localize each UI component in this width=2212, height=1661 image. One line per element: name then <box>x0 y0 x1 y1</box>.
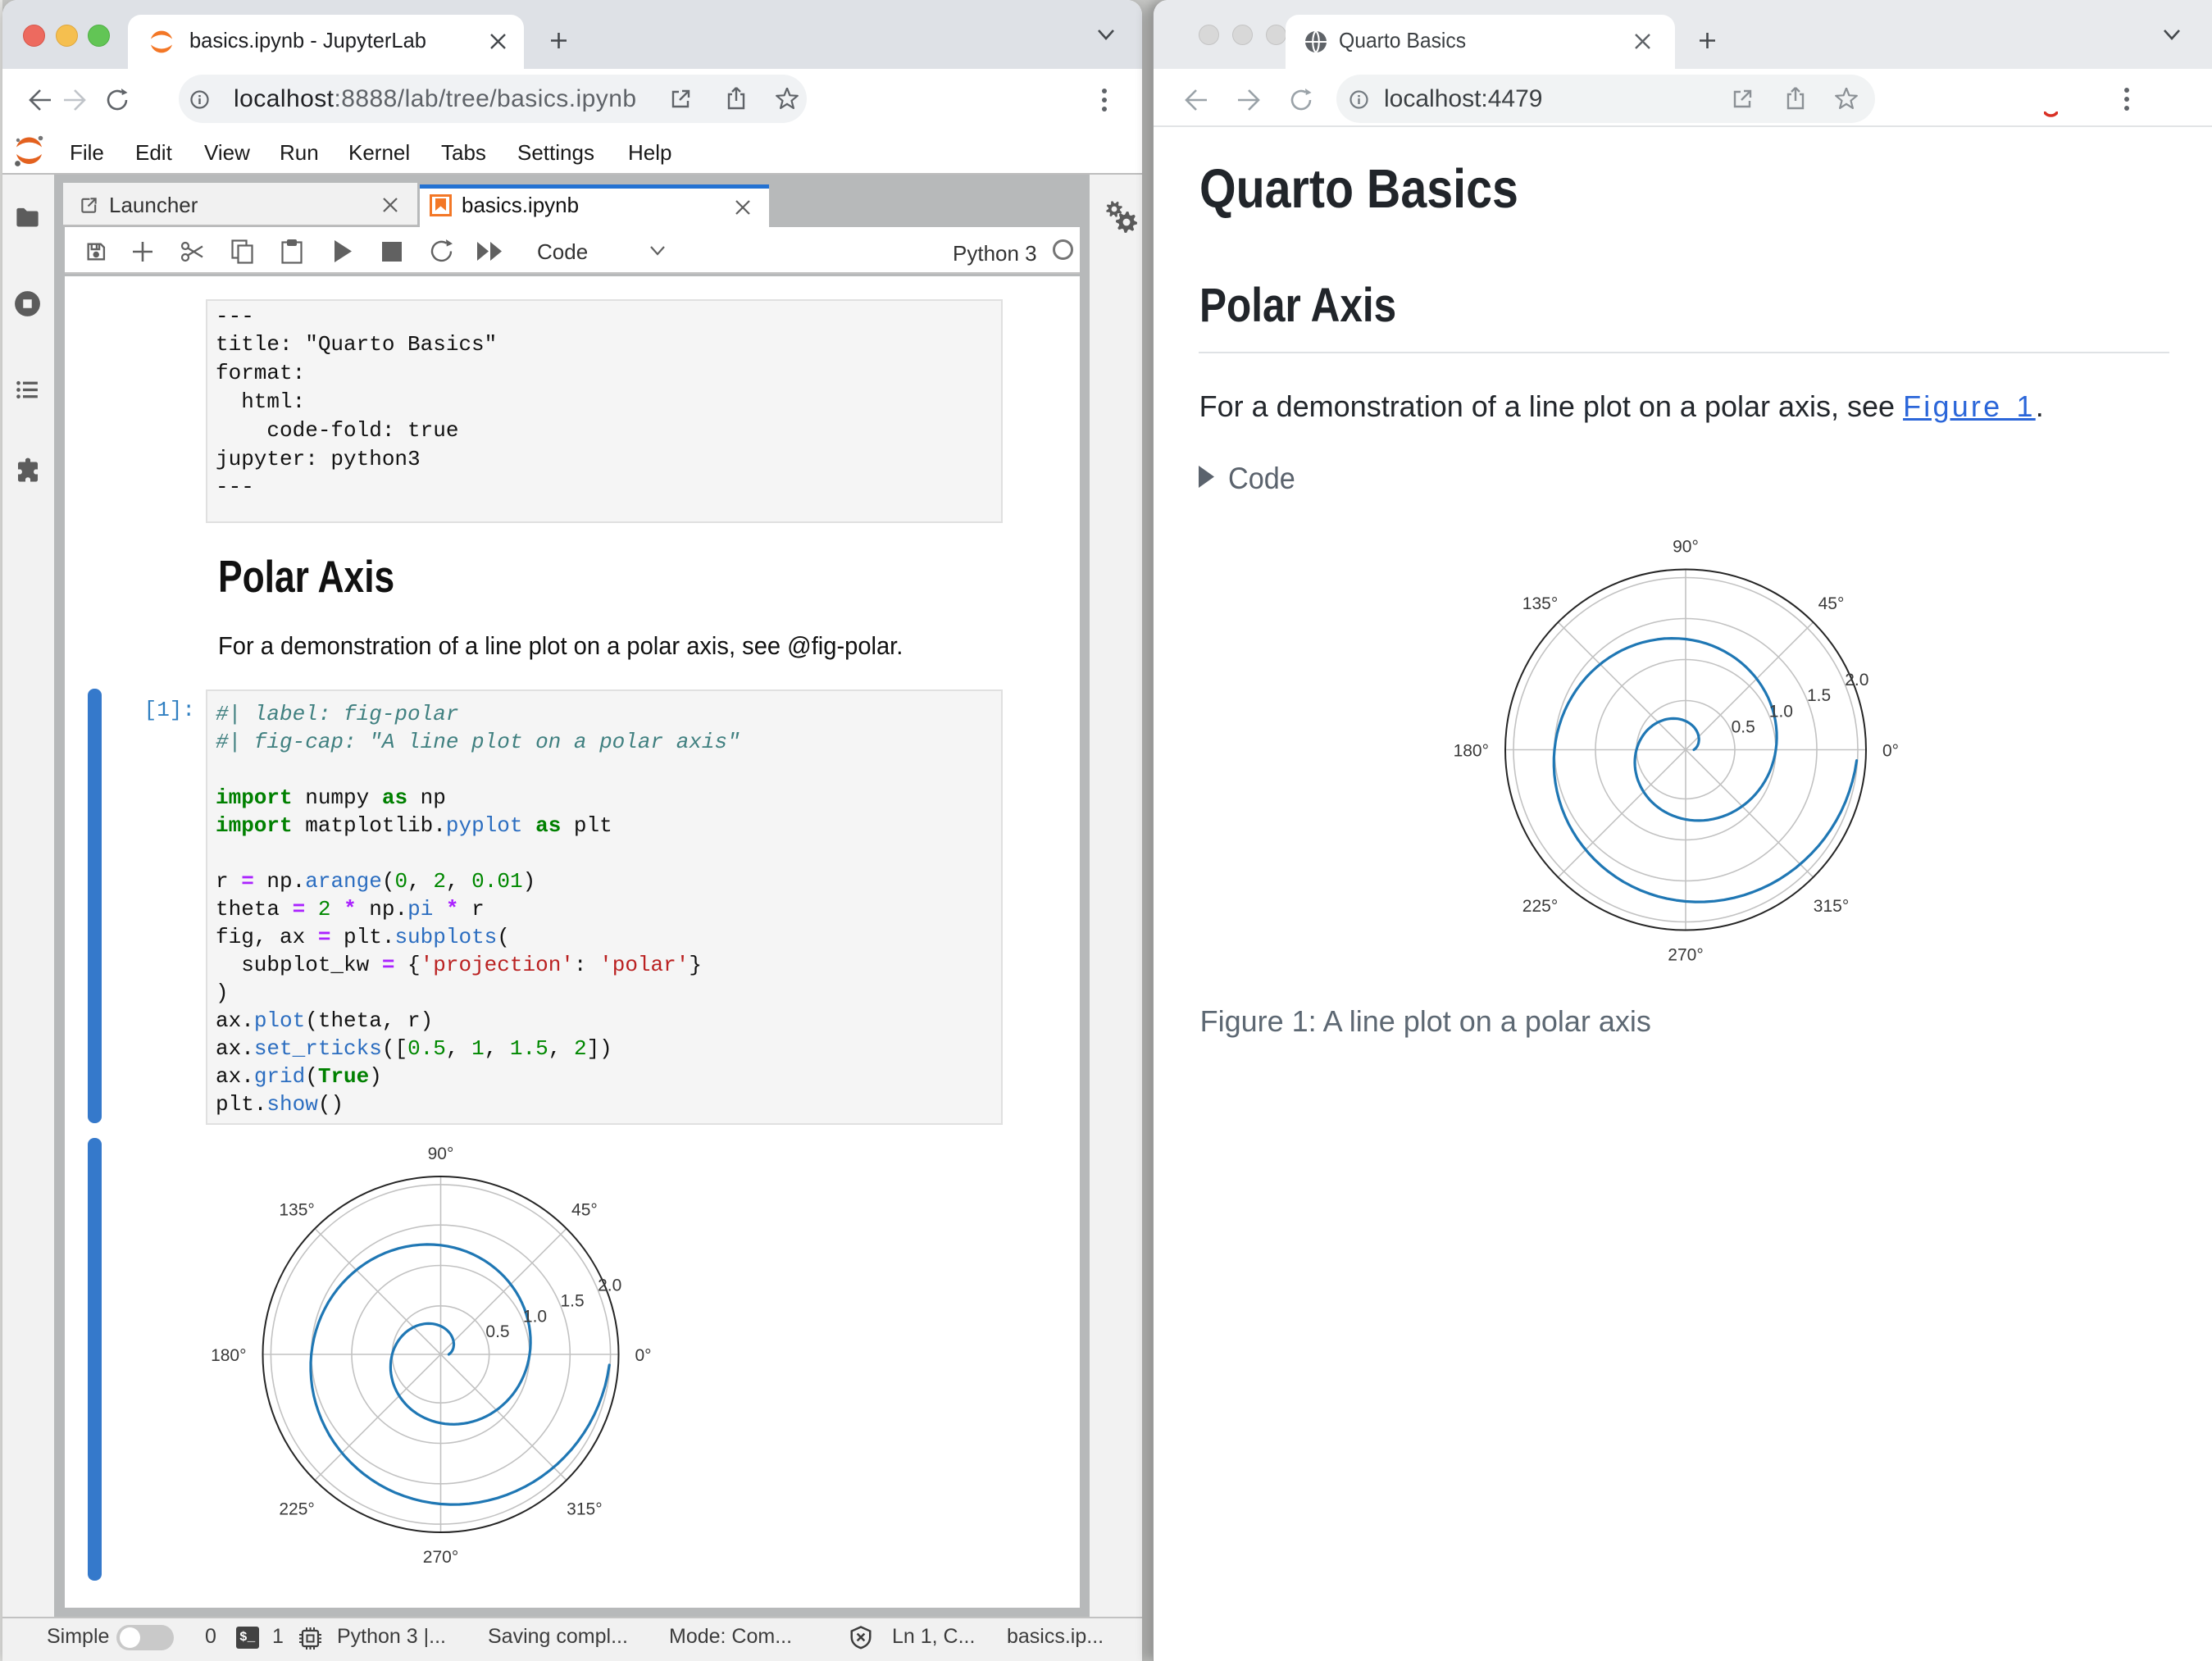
svg-text:90°: 90° <box>428 1144 454 1163</box>
svg-text:0.5: 0.5 <box>485 1322 509 1341</box>
svg-text:180°: 180° <box>1454 742 1489 761</box>
svg-text:270°: 270° <box>1668 946 1703 965</box>
svg-text:315°: 315° <box>1814 897 1849 916</box>
svg-text:45°: 45° <box>1818 594 1845 613</box>
svg-text:2.0: 2.0 <box>598 1276 621 1295</box>
svg-text:225°: 225° <box>1522 897 1558 916</box>
svg-text:180°: 180° <box>211 1346 246 1365</box>
svg-text:2.0: 2.0 <box>1845 671 1868 689</box>
svg-text:0.5: 0.5 <box>1732 717 1755 736</box>
svg-text:135°: 135° <box>279 1201 314 1220</box>
svg-text:1.0: 1.0 <box>1769 702 1793 721</box>
svg-text:315°: 315° <box>567 1499 602 1518</box>
svg-text:1.5: 1.5 <box>560 1292 584 1311</box>
svg-text:45°: 45° <box>571 1201 598 1220</box>
svg-text:0°: 0° <box>635 1346 652 1365</box>
svg-text:90°: 90° <box>1673 538 1699 557</box>
svg-text:1.0: 1.0 <box>523 1307 547 1326</box>
svg-text:135°: 135° <box>1522 594 1558 613</box>
svg-text:225°: 225° <box>279 1499 314 1518</box>
svg-text:270°: 270° <box>423 1548 458 1567</box>
svg-text:1.5: 1.5 <box>1807 686 1831 705</box>
svg-text:0°: 0° <box>1882 742 1899 761</box>
